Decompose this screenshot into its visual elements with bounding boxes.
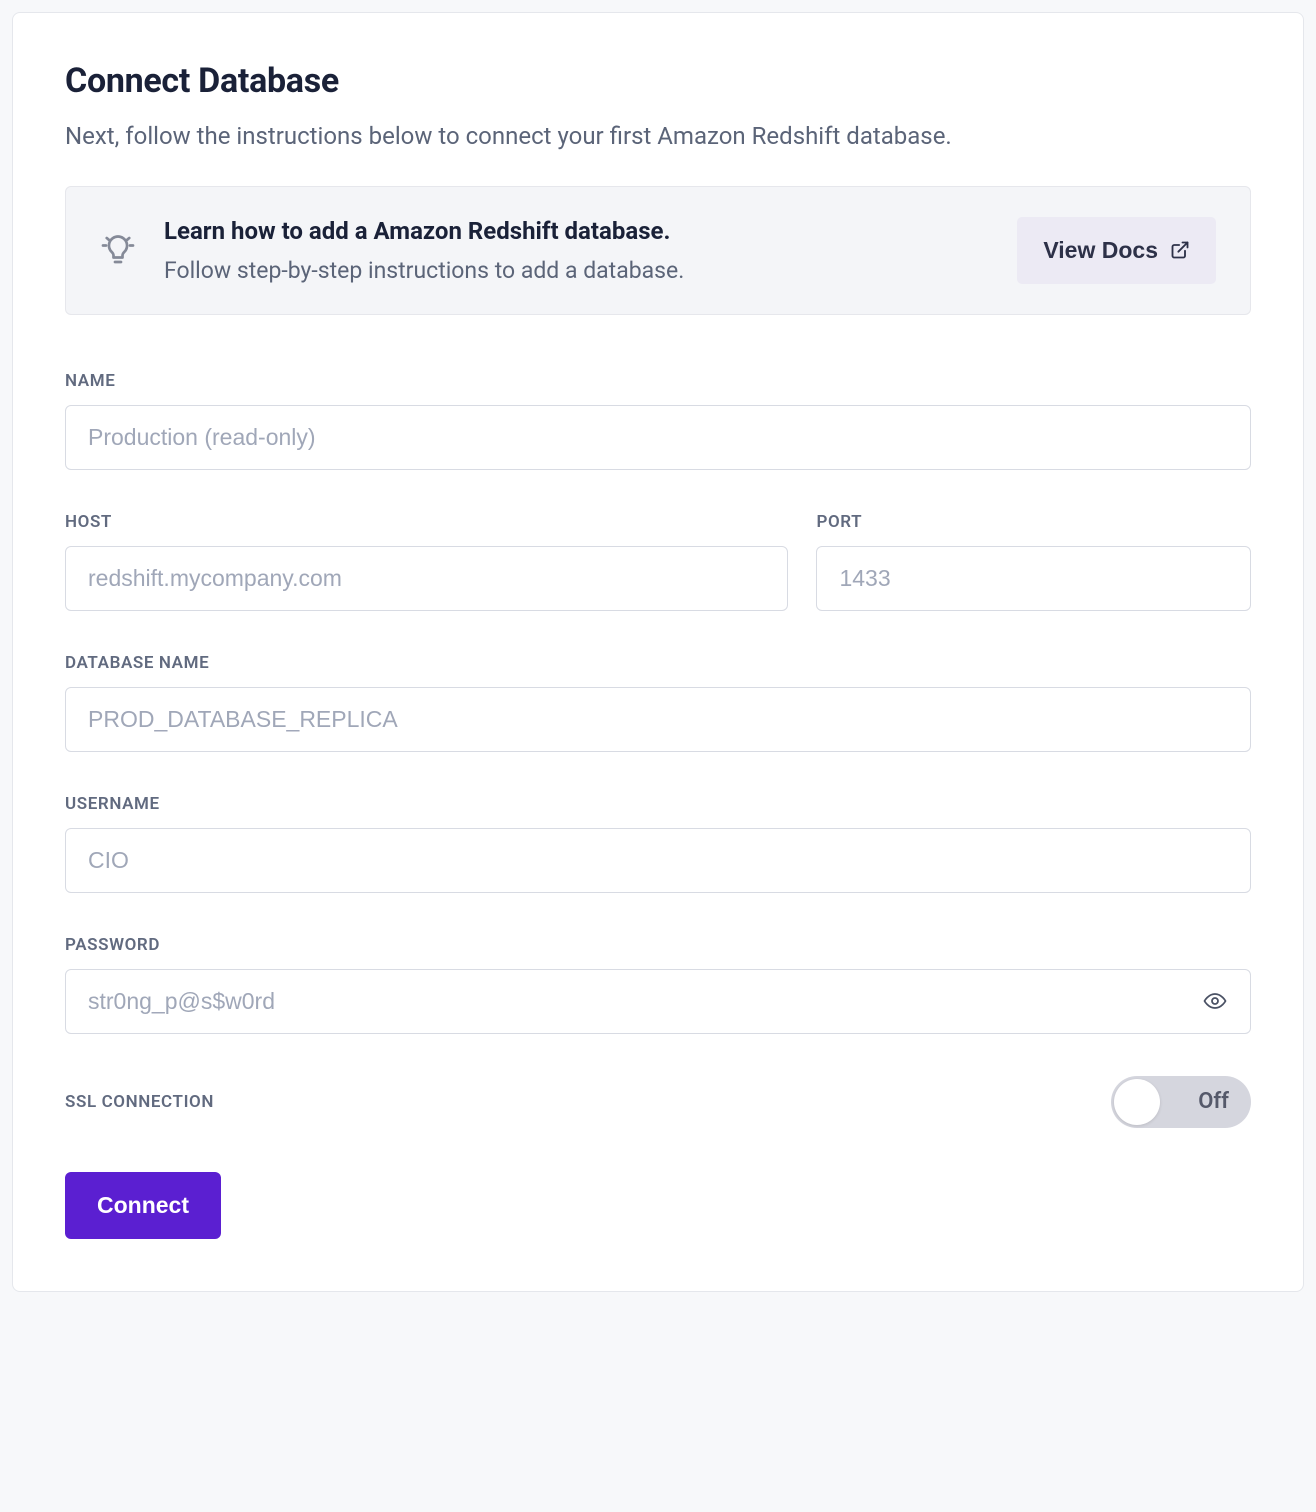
port-label: PORT [816, 512, 1251, 532]
ssl-toggle-state-label: Off [1198, 1089, 1229, 1114]
eye-icon [1203, 989, 1227, 1013]
callout-title: Learn how to add a Amazon Redshift datab… [164, 217, 989, 245]
page-subtitle: Next, follow the instructions below to c… [65, 119, 1251, 154]
page-title: Connect Database [65, 61, 1251, 101]
password-input[interactable] [65, 969, 1251, 1034]
host-input[interactable] [65, 546, 788, 611]
name-input[interactable] [65, 405, 1251, 470]
view-docs-button[interactable]: View Docs [1017, 217, 1216, 284]
password-label: PASSWORD [65, 935, 1251, 955]
toggle-password-visibility-button[interactable] [1197, 983, 1233, 1019]
password-field: PASSWORD [65, 935, 1251, 1034]
ssl-row: SSL CONNECTION Off [65, 1076, 1251, 1128]
external-link-icon [1170, 240, 1190, 260]
toggle-knob [1114, 1079, 1160, 1125]
username-field: USERNAME [65, 794, 1251, 893]
connect-button[interactable]: Connect [65, 1172, 221, 1239]
lightbulb-icon [100, 232, 136, 268]
connect-button-label: Connect [97, 1192, 189, 1218]
database-name-input[interactable] [65, 687, 1251, 752]
learn-callout: Learn how to add a Amazon Redshift datab… [65, 186, 1251, 315]
host-field: HOST [65, 512, 788, 611]
name-field: NAME [65, 371, 1251, 470]
ssl-label: SSL CONNECTION [65, 1092, 214, 1112]
database-name-field: DATABASE NAME [65, 653, 1251, 752]
port-input[interactable] [816, 546, 1251, 611]
ssl-toggle[interactable]: Off [1111, 1076, 1251, 1128]
callout-description: Follow step-by-step instructions to add … [164, 257, 989, 284]
callout-text-block: Learn how to add a Amazon Redshift datab… [164, 217, 989, 284]
view-docs-label: View Docs [1043, 237, 1158, 264]
name-label: NAME [65, 371, 1251, 391]
host-label: HOST [65, 512, 788, 532]
username-input[interactable] [65, 828, 1251, 893]
connect-database-card: Connect Database Next, follow the instru… [12, 12, 1304, 1292]
database-name-label: DATABASE NAME [65, 653, 1251, 673]
port-field: PORT [816, 512, 1251, 611]
username-label: USERNAME [65, 794, 1251, 814]
